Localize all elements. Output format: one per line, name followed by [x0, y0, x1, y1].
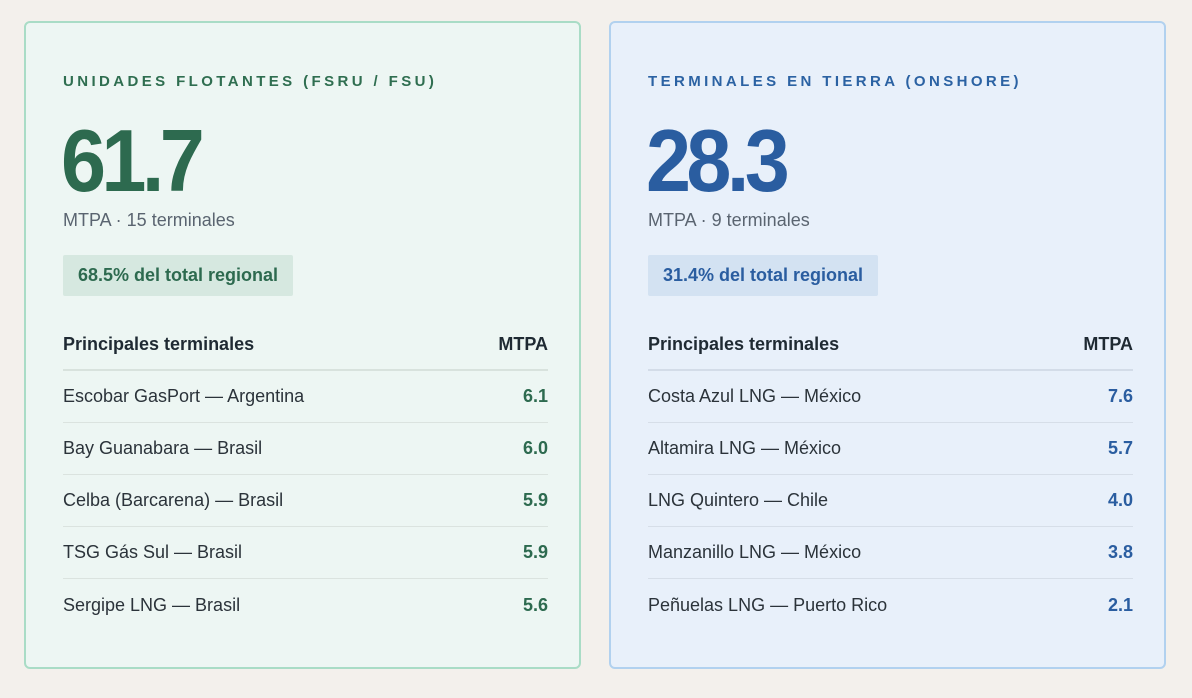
onshore-terminals-subtitle: MTPA · 9 terminales: [648, 210, 810, 230]
table-row: Peñuelas LNG — Puerto Rico 2.1: [648, 579, 1133, 631]
floating-units-table: Principales terminales MTPA Escobar GasP…: [63, 319, 548, 631]
table-row: Altamira LNG — México 5.7: [648, 423, 1133, 475]
table-row: Manzanillo LNG — México 3.8: [648, 527, 1133, 579]
terminal-name: TSG Gás Sul — Brasil: [63, 542, 243, 562]
terminal-name: Manzanillo LNG — México: [648, 542, 862, 562]
floating-units-title: UNIDADES FLOTANTES (FSRU / FSU): [63, 73, 438, 90]
table-header: Principales terminales MTPA: [63, 319, 548, 371]
onshore-terminals-title: TERMINALES EN TIERRA (ONSHORE): [648, 73, 1022, 90]
terminal-value: 5.6: [522, 594, 548, 615]
table-header-unit: MTPA: [498, 333, 548, 354]
terminal-name: Bay Guanabara — Brasil: [63, 438, 263, 458]
floating-units-total: 61.7: [61, 111, 205, 210]
terminal-name: Sergipe LNG — Brasil: [63, 594, 241, 615]
table-row: Sergipe LNG — Brasil 5.6: [63, 579, 548, 631]
terminal-value: 5.7: [1107, 438, 1133, 458]
table-row: Costa Azul LNG — México 7.6: [648, 371, 1133, 423]
onshore-terminals-share-badge: 31.4% del total regional: [648, 255, 879, 296]
terminal-value: 6.0: [522, 438, 548, 458]
table-row: TSG Gás Sul — Brasil 5.9: [63, 527, 548, 579]
terminal-name: Altamira LNG — México: [648, 438, 842, 458]
terminal-name: Celba (Barcarena) — Brasil: [63, 490, 284, 510]
onshore-terminals-card: TERMINALES EN TIERRA (ONSHORE) 28.3 MTPA…: [609, 21, 1166, 669]
table-header-name: Principales terminales: [63, 333, 255, 354]
terminal-value: 6.1: [522, 386, 548, 406]
terminal-value: 3.8: [1107, 542, 1133, 562]
terminal-value: 2.1: [1107, 594, 1133, 615]
table-row: Celba (Barcarena) — Brasil 5.9: [63, 475, 548, 527]
table-row: Escobar GasPort — Argentina 6.1: [63, 371, 548, 423]
table-header-unit: MTPA: [1083, 333, 1133, 354]
table-header: Principales terminales MTPA: [648, 319, 1133, 371]
terminal-value: 5.9: [522, 542, 548, 562]
terminal-value: 7.6: [1107, 386, 1133, 406]
floating-units-share-badge: 68.5% del total regional: [63, 255, 294, 296]
terminal-value: 5.9: [522, 490, 548, 510]
floating-units-subtitle: MTPA · 15 terminales: [63, 210, 235, 230]
terminal-name: LNG Quintero — Chile: [648, 490, 829, 510]
table-row: LNG Quintero — Chile 4.0: [648, 475, 1133, 527]
table-row: Bay Guanabara — Brasil 6.0: [63, 423, 548, 475]
onshore-terminals-total: 28.3: [646, 111, 790, 210]
terminal-name: Escobar GasPort — Argentina: [63, 386, 305, 406]
floating-units-card: UNIDADES FLOTANTES (FSRU / FSU) 61.7 MTP…: [24, 21, 581, 669]
table-header-name: Principales terminales: [648, 333, 840, 354]
terminal-value: 4.0: [1107, 490, 1133, 510]
onshore-terminals-table: Principales terminales MTPA Costa Azul L…: [648, 319, 1133, 631]
terminal-name: Costa Azul LNG — México: [648, 386, 862, 406]
terminal-name: Peñuelas LNG — Puerto Rico: [648, 594, 888, 615]
